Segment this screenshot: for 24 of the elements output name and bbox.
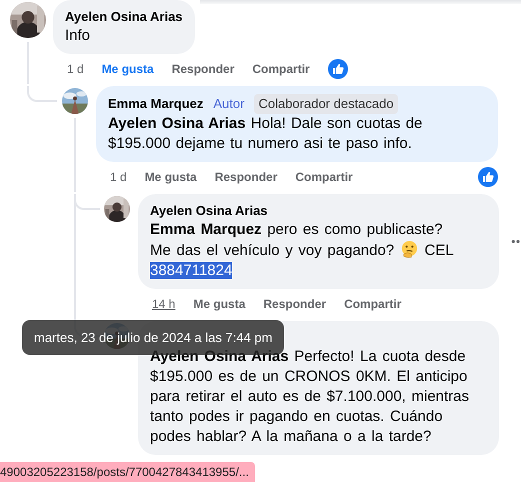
status-bar-url: 49003205223158/posts/7700427843413955/... <box>0 462 255 482</box>
comment-text: Me das el vehículo y voy pagando? <box>150 242 394 259</box>
like-link[interactable]: Me gusta <box>144 170 197 184</box>
like-link[interactable]: Me gusta <box>102 62 154 76</box>
action-link[interactable]: Compartir <box>252 62 310 76</box>
author-name[interactable]: Emma Marquez <box>108 95 204 113</box>
selected-text: 3884711824 <box>150 262 232 279</box>
action-link[interactable]: Responder <box>214 170 278 184</box>
comment-text: CEL <box>424 242 454 259</box>
comment-text: Info <box>65 27 90 44</box>
author-label: Autor <box>212 95 246 113</box>
like-link[interactable]: Me gusta <box>193 297 246 311</box>
timestamp-link[interactable]: 1 d <box>110 170 127 184</box>
contributor-badge: Colaborador destacado <box>254 94 398 114</box>
action-link[interactable]: Compartir <box>295 170 353 184</box>
action-link[interactable]: Compartir <box>344 297 402 311</box>
timestamp-link[interactable]: 1 d <box>67 62 84 76</box>
comment-text: Emma Marquez pero es como publicaste? <box>150 220 444 240</box>
author-name[interactable]: Ayelen Osina Arias <box>150 202 268 220</box>
comment-text: Ayelen Osina Arias Hola! Dale son cuotas de $195.000 dejame tu numero asi te paso info. <box>108 115 422 152</box>
action-link[interactable]: Responder <box>263 297 326 311</box>
action-link[interactable]: Responder <box>172 62 234 76</box>
author-name[interactable]: Ayelen Osina Arias <box>65 8 183 26</box>
timestamp-link[interactable]: 14 h <box>152 297 176 311</box>
